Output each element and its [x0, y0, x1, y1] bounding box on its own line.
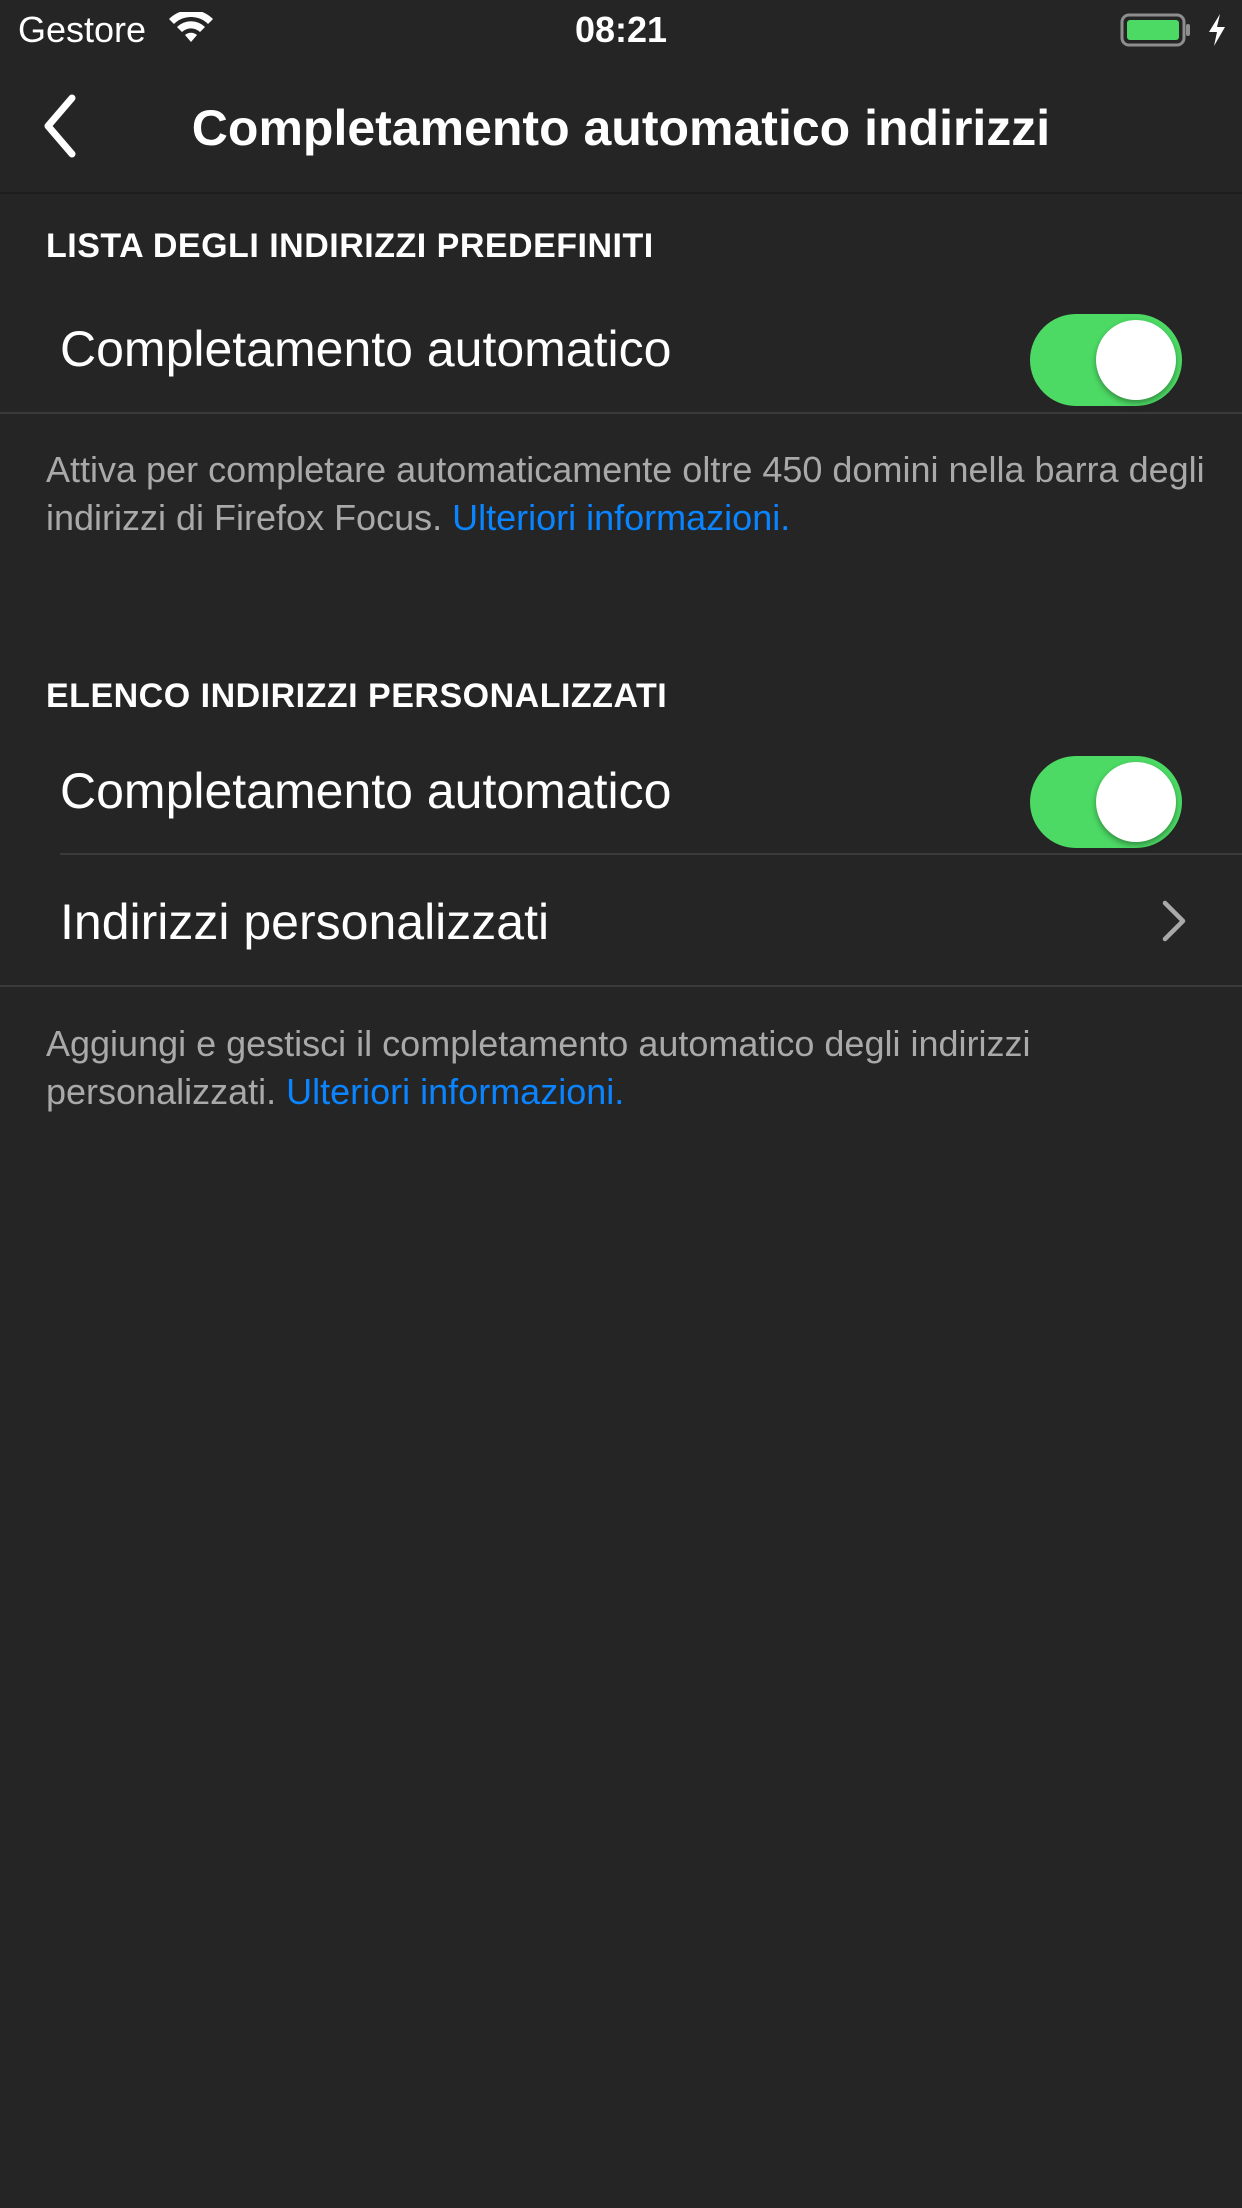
chevron-right-icon: [1162, 900, 1186, 942]
divider: [0, 412, 1242, 414]
row-custom-autocomplete: Completamento automatico: [0, 724, 1242, 856]
learn-more-link[interactable]: Ulteriori informazioni.: [286, 1071, 624, 1112]
learn-more-link[interactable]: Ulteriori informazioni.: [452, 497, 790, 538]
section-header-default-list: LISTA DEGLI INDIRIZZI PREDEFINITI: [46, 227, 654, 265]
section-header-custom-list: ELENCO INDIRIZZI PERSONALIZZATI: [46, 677, 668, 715]
row-label: Indirizzi personalizzati: [60, 894, 550, 950]
row-custom-urls[interactable]: Indirizzi personalizzati: [0, 855, 1242, 987]
toggle-knob: [1096, 320, 1176, 400]
status-bar: Gestore 08:21: [0, 0, 1242, 60]
row-label: Completamento automatico: [60, 321, 672, 377]
navigation-bar: Completamento automatico indirizzi: [0, 60, 1242, 194]
custom-autocomplete-toggle[interactable]: [1030, 756, 1182, 848]
toggle-knob: [1096, 762, 1176, 842]
divider: [0, 985, 1242, 987]
row-default-autocomplete: Completamento automatico: [0, 282, 1242, 414]
section-footer-default-list: Attiva per completare automaticamente ol…: [46, 446, 1206, 542]
row-label: Completamento automatico: [60, 763, 672, 819]
charging-bolt-icon: [1209, 14, 1225, 46]
status-time: 08:21: [574, 9, 668, 50]
battery-charging-icon: [1120, 13, 1190, 47]
default-autocomplete-toggle[interactable]: [1030, 314, 1182, 406]
page-title: Completamento automatico indirizzi: [191, 100, 1051, 156]
section-footer-custom-list: Aggiungi e gestisci il completamento aut…: [46, 1020, 1206, 1116]
